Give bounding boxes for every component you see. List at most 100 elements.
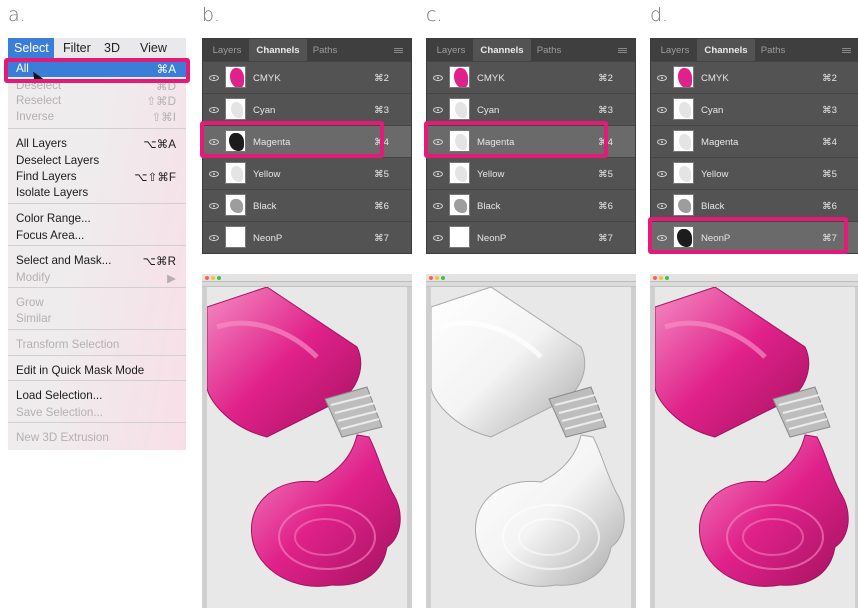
- visibility-eye-icon[interactable]: [433, 203, 443, 209]
- menu-item-label: Modify: [16, 271, 51, 284]
- channel-row-black[interactable]: Black ⌘6: [203, 189, 411, 221]
- channel-name: Yellow: [701, 169, 729, 180]
- panel-tabs: Layers Channels Paths: [427, 39, 635, 61]
- visibility-eye-icon[interactable]: [209, 235, 219, 241]
- menubar-3d[interactable]: 3D: [104, 41, 120, 55]
- panel-tabs: Layers Channels Paths: [203, 39, 411, 61]
- menu-item-label: Reselect: [16, 94, 62, 107]
- channel-name: Cyan: [253, 105, 276, 116]
- menubar-view[interactable]: View: [140, 41, 167, 55]
- visibility-eye-icon[interactable]: [209, 171, 219, 177]
- close-dot-icon[interactable]: [205, 276, 209, 280]
- tab-layers[interactable]: Layers: [207, 39, 247, 61]
- minimize-dot-icon[interactable]: [211, 276, 215, 280]
- channel-row-neonp[interactable]: NeonP ⌘7: [427, 221, 635, 253]
- menubar-filter[interactable]: Filter: [63, 41, 91, 55]
- channel-shortcut: ⌘7: [598, 233, 613, 244]
- channel-row-neonp[interactable]: NeonP ⌘7: [203, 221, 411, 253]
- visibility-eye-icon[interactable]: [657, 139, 667, 145]
- channel-row-cyan[interactable]: Cyan ⌘3: [651, 93, 858, 125]
- channel-shortcut: ⌘6: [598, 201, 613, 212]
- visibility-eye-icon[interactable]: [433, 75, 443, 81]
- document-window: [426, 274, 636, 608]
- nail-polish-image: [207, 287, 401, 587]
- menu-item-label: Grow: [16, 296, 44, 309]
- menu-item-label: Edit in Quick Mask Mode: [16, 364, 145, 377]
- tab-channels[interactable]: Channels: [249, 39, 307, 61]
- menu-separator: [8, 422, 186, 423]
- tab-channels[interactable]: Channels: [473, 39, 531, 61]
- panel-menu-icon[interactable]: [394, 48, 403, 53]
- zoom-dot-icon[interactable]: [665, 276, 669, 280]
- channel-row-cmyk[interactable]: CMYK ⌘2: [427, 61, 635, 93]
- channel-name: NeonP: [253, 233, 283, 244]
- document-window: [202, 274, 412, 608]
- menu-item-label: Find Layers: [16, 170, 77, 183]
- highlight-box-all: [4, 58, 190, 83]
- channel-row-magenta[interactable]: Magenta ⌘4: [651, 125, 858, 157]
- channel-thumbnail: [449, 226, 470, 248]
- select-menu-screenshot: Select Filter 3D View All ⌘A Deselect ⌘D Res…: [8, 38, 186, 450]
- channel-thumbnail: [673, 98, 694, 120]
- nail-polish-image: [655, 287, 849, 587]
- menu-item-label: Load Selection...: [16, 389, 103, 402]
- channel-row-yellow[interactable]: Yellow ⌘5: [203, 157, 411, 189]
- tab-layers[interactable]: Layers: [655, 39, 695, 61]
- channel-shortcut: ⌘3: [598, 105, 613, 116]
- tab-paths[interactable]: Paths: [307, 39, 343, 61]
- close-dot-icon[interactable]: [653, 276, 657, 280]
- visibility-eye-icon[interactable]: [657, 171, 667, 177]
- figure-label-b: b.: [202, 4, 221, 26]
- visibility-eye-icon[interactable]: [433, 107, 443, 113]
- channel-shortcut: ⌘5: [374, 169, 389, 180]
- menu-item-label: New 3D Extrusion: [16, 431, 109, 444]
- menubar-select[interactable]: Select: [8, 38, 54, 59]
- menu-item-shortcut: ▶: [167, 272, 176, 285]
- channel-shortcut: ⌘6: [822, 201, 837, 212]
- minimize-dot-icon[interactable]: [659, 276, 663, 280]
- channel-row-black[interactable]: Black ⌘6: [427, 189, 635, 221]
- channel-row-cmyk[interactable]: CMYK ⌘2: [651, 61, 858, 93]
- menubar: Select Filter 3D View: [8, 38, 186, 59]
- visibility-eye-icon[interactable]: [657, 107, 667, 113]
- menu-separator: [8, 128, 186, 129]
- channel-row-yellow[interactable]: Yellow ⌘5: [427, 157, 635, 189]
- document-titlebar: [650, 274, 858, 282]
- menu-item-label: All Layers: [16, 137, 67, 150]
- channel-thumbnail: [673, 130, 694, 152]
- channel-name: Yellow: [253, 169, 281, 180]
- highlight-box-magenta: [424, 121, 608, 158]
- channel-thumbnail: [225, 226, 246, 248]
- menu-item-label: Color Range...: [16, 212, 91, 225]
- visibility-eye-icon[interactable]: [657, 75, 667, 81]
- panel-menu-icon[interactable]: [842, 48, 851, 53]
- tab-channels[interactable]: Channels: [697, 39, 755, 61]
- zoom-dot-icon[interactable]: [217, 276, 221, 280]
- channel-name: CMYK: [477, 73, 505, 84]
- menu-separator: [8, 203, 186, 204]
- channel-shortcut: ⌘4: [822, 137, 837, 148]
- visibility-eye-icon[interactable]: [209, 75, 219, 81]
- minimize-dot-icon[interactable]: [435, 276, 439, 280]
- close-dot-icon[interactable]: [429, 276, 433, 280]
- tab-paths[interactable]: Paths: [755, 39, 791, 61]
- visibility-eye-icon[interactable]: [433, 171, 443, 177]
- channel-name: Magenta: [701, 137, 739, 148]
- visibility-eye-icon[interactable]: [209, 107, 219, 113]
- visibility-eye-icon[interactable]: [209, 203, 219, 209]
- channel-shortcut: ⌘3: [822, 105, 837, 116]
- tab-layers[interactable]: Layers: [431, 39, 471, 61]
- document-titlebar: [202, 274, 412, 282]
- panel-menu-icon[interactable]: [618, 48, 627, 53]
- channel-row-yellow[interactable]: Yellow ⌘5: [651, 157, 858, 189]
- channel-thumbnail: [449, 66, 470, 88]
- visibility-eye-icon[interactable]: [657, 203, 667, 209]
- visibility-eye-icon[interactable]: [433, 235, 443, 241]
- tab-paths[interactable]: Paths: [531, 39, 567, 61]
- document-canvas: [431, 287, 631, 608]
- channel-row-cmyk[interactable]: CMYK ⌘2: [203, 61, 411, 93]
- zoom-dot-icon[interactable]: [441, 276, 445, 280]
- channel-name: CMYK: [701, 73, 729, 84]
- menu-separator: [8, 355, 186, 356]
- document-titlebar: [426, 274, 636, 282]
